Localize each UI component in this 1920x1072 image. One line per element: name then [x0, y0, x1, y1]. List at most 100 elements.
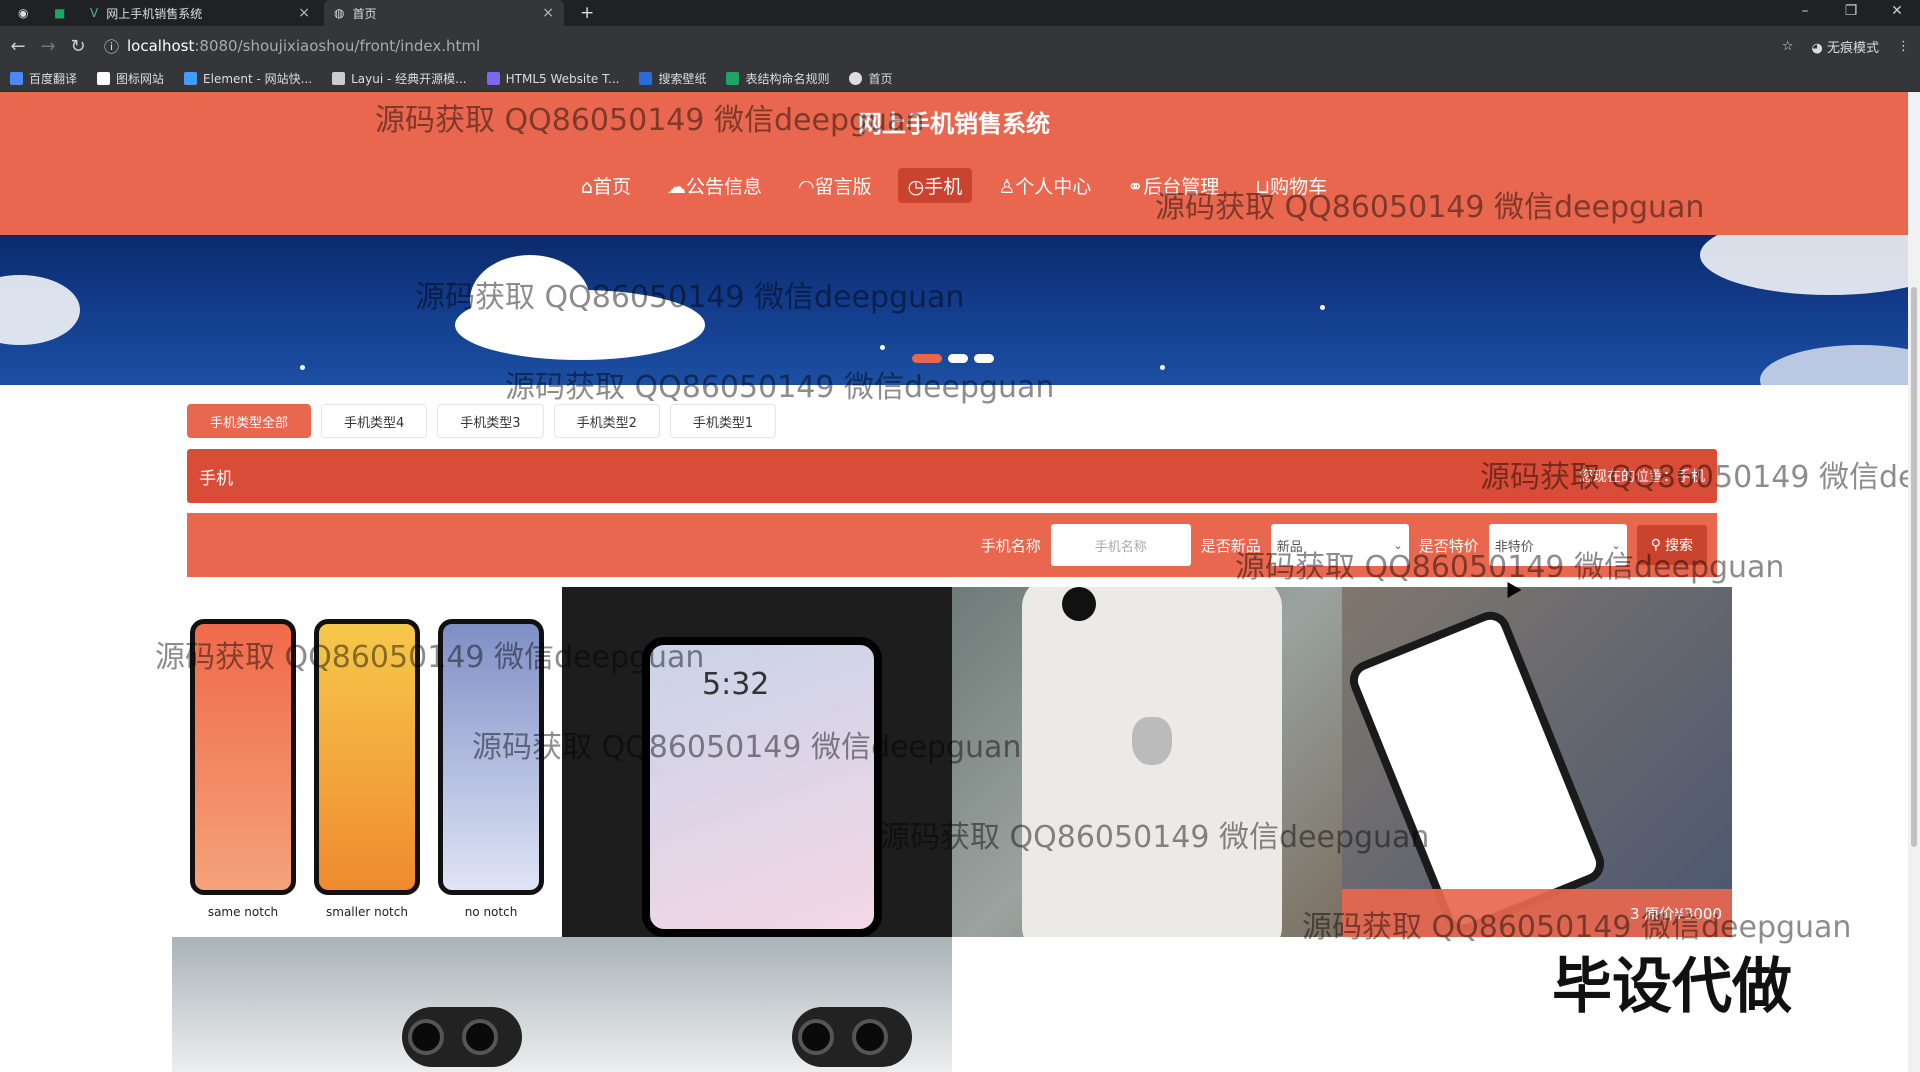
category-all[interactable]: 手机类型全部 — [187, 404, 312, 438]
apple-logo-icon — [1132, 717, 1172, 765]
product-card[interactable] — [952, 587, 1342, 937]
scrollbar-thumb[interactable] — [1911, 287, 1917, 847]
tab-home[interactable]: ◍ 首页 × — [324, 0, 564, 26]
chevron-down-icon: ⌄ — [1611, 538, 1621, 552]
vue-icon: V — [90, 6, 99, 20]
bookmark-item[interactable]: HTML5 Website T... — [486, 72, 619, 86]
browser-tab-strip: ◉ ■ V 网上手机销售系统 × ◍ 首页 × + – ❐ ✕ — [0, 0, 1920, 26]
minimize-icon[interactable]: – — [1782, 0, 1828, 26]
nav-profile[interactable]: ♙个人中心 — [988, 168, 1101, 203]
category-4[interactable]: 手机类型4 — [321, 404, 428, 438]
bookmark-icon — [184, 72, 198, 85]
search-button[interactable]: ⚲ 搜索 — [1636, 525, 1707, 565]
star-shape — [1160, 365, 1165, 370]
chevron-down-icon: ⌄ — [1393, 538, 1403, 552]
message-icon: ◠ — [798, 176, 815, 198]
page-content: 网上手机销售系统 ⌂首页 ☁公告信息 ◠留言版 ◷手机 ♙个人中心 ⚭后台管理 … — [0, 92, 1908, 1072]
phone-image — [438, 619, 544, 895]
name-input[interactable]: 手机名称 — [1050, 524, 1191, 566]
new-label: 是否新品 — [1200, 536, 1261, 555]
bookmark-icon — [639, 72, 653, 85]
camera-icon — [1062, 587, 1096, 621]
tab-pinned[interactable]: ■ — [44, 0, 74, 26]
new-tab-button[interactable]: + — [570, 0, 600, 26]
banner-carousel[interactable] — [0, 235, 1908, 385]
product-card[interactable]: same notch smaller notch no notch — [172, 587, 562, 937]
bookmark-icon — [849, 72, 863, 85]
menu-icon[interactable]: ⋮ — [1897, 39, 1910, 54]
nav-home[interactable]: ⌂首页 — [571, 168, 641, 203]
tab-title: 网上手机销售系统 — [106, 6, 203, 21]
nav-phones[interactable]: ◷手机 — [897, 168, 973, 203]
product-caption: 3 原价¥3000 — [1342, 889, 1732, 937]
product-card[interactable]: 5:32 — [562, 587, 952, 937]
bookmark-item[interactable]: Layui - 经典开源模... — [332, 70, 467, 87]
phone-image — [190, 619, 296, 895]
bookmark-item[interactable]: 表结构命名规则 — [726, 70, 829, 87]
bookmark-icon — [486, 72, 500, 85]
category-2[interactable]: 手机类型2 — [553, 404, 660, 438]
tab-title: 首页 — [352, 6, 377, 21]
tab-favicon[interactable]: ◉ — [8, 0, 38, 26]
new-select[interactable]: 新品 ⌄ — [1270, 524, 1409, 566]
sheet-icon: ■ — [54, 6, 66, 20]
bookmark-item[interactable]: Element - 网站快... — [184, 70, 312, 87]
bookmark-icon — [10, 72, 23, 85]
bookmark-icon — [97, 72, 111, 85]
main-nav: ⌂首页 ☁公告信息 ◠留言版 ◷手机 ♙个人中心 ⚭后台管理 ⊔购物车 — [0, 168, 1908, 203]
close-tab-icon[interactable]: × — [298, 5, 310, 21]
phone-caption: same notch — [207, 905, 279, 919]
close-tab-icon[interactable]: × — [542, 5, 554, 21]
bookmark-item[interactable]: 首页 — [849, 70, 893, 87]
product-card[interactable]: 3 原价¥3000 — [1342, 587, 1732, 937]
product-card[interactable] — [562, 937, 952, 1072]
back-icon[interactable]: ← — [6, 36, 30, 57]
link-icon: ⚭ — [1127, 176, 1144, 198]
phone-caption: no notch — [464, 905, 518, 919]
nav-admin[interactable]: ⚭后台管理 — [1117, 168, 1229, 203]
cloud-shape — [1760, 345, 1908, 385]
phone-image — [1343, 605, 1611, 937]
search-form: 手机名称 手机名称 是否新品 新品 ⌄ 是否特价 非特价 ⌄ ⚲ 搜索 — [187, 513, 1717, 577]
carousel-dot[interactable] — [974, 354, 994, 363]
incognito-badge[interactable]: ◕ 无痕模式 — [1812, 37, 1880, 56]
star-shape — [300, 365, 305, 370]
nav-message-board[interactable]: ◠留言版 — [788, 168, 882, 203]
nav-notice[interactable]: ☁公告信息 — [657, 168, 772, 203]
bookmark-item[interactable]: 百度翻译 — [10, 70, 77, 87]
tab-site[interactable]: V 网上手机销售系统 × — [80, 0, 320, 26]
clock-icon: ◷ — [907, 176, 925, 198]
bookmark-item[interactable]: 搜索壁纸 — [639, 70, 706, 87]
url-field[interactable]: ⓘ localhost:8080/shoujixiaoshou/front/in… — [104, 36, 480, 57]
bookmark-item[interactable]: 图标网站 — [97, 70, 164, 87]
home-icon: ⌂ — [580, 176, 593, 198]
product-card[interactable] — [172, 937, 562, 1072]
site-title: 网上手机销售系统 — [858, 110, 1050, 138]
carousel-dot[interactable] — [912, 354, 942, 363]
special-select[interactable]: 非特价 ⌄ — [1488, 524, 1627, 566]
restore-icon[interactable]: ❐ — [1828, 0, 1874, 26]
notice-icon: ☁ — [667, 176, 686, 198]
phone-caption: smaller notch — [326, 905, 408, 919]
search-icon: ⚲ — [1650, 537, 1661, 553]
info-icon: ⓘ — [104, 37, 120, 56]
carousel-indicators — [912, 354, 994, 363]
promo-stamp: 毕设代做 — [1552, 952, 1792, 1022]
bookmark-star-icon[interactable]: ☆ — [1782, 39, 1794, 54]
url-path: :8080/shoujixiaoshou/front/index.html — [194, 37, 481, 55]
cloud-shape — [0, 275, 80, 345]
reload-icon[interactable]: ↻ — [66, 36, 90, 57]
cloud-shape — [455, 290, 705, 360]
category-filter: 手机类型全部 手机类型4 手机类型3 手机类型2 手机类型1 — [187, 404, 777, 438]
close-window-icon[interactable]: ✕ — [1874, 0, 1920, 26]
carousel-dot[interactable] — [948, 354, 968, 363]
star-shape — [1320, 305, 1325, 310]
globe-icon: ◍ — [334, 6, 345, 20]
category-1[interactable]: 手机类型1 — [669, 404, 777, 438]
page-scrollbar[interactable] — [1908, 92, 1920, 1072]
product-grid: same notch smaller notch no notch 5:32 3… — [172, 587, 1732, 1072]
category-3[interactable]: 手机类型3 — [437, 404, 544, 438]
forward-icon[interactable]: → — [36, 36, 60, 57]
nav-cart[interactable]: ⊔购物车 — [1245, 168, 1337, 203]
phone-clock: 5:32 — [702, 667, 770, 702]
